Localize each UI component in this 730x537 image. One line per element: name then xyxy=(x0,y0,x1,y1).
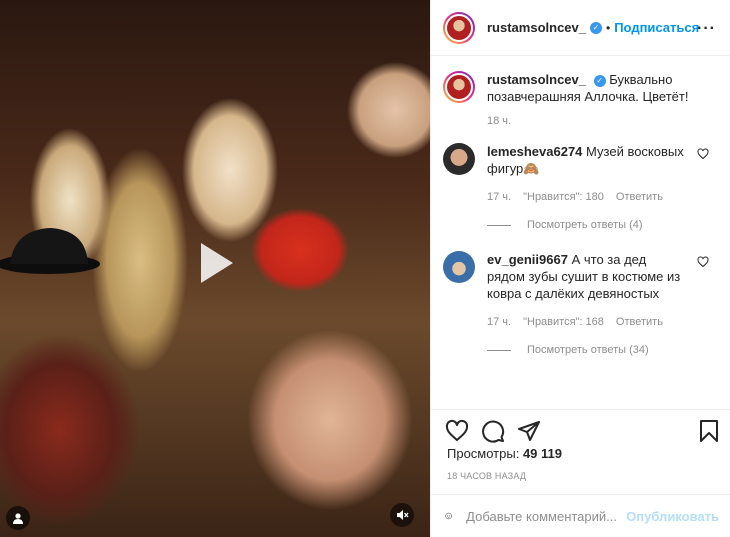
avatar[interactable] xyxy=(443,11,475,44)
comment-meta: 17 ч. "Нравится": 168 Ответить xyxy=(487,316,730,328)
verified-badge-icon: ✓ xyxy=(593,74,606,87)
like-comment-heart-icon[interactable] xyxy=(697,256,709,268)
speaker-muted-icon xyxy=(397,510,409,520)
play-icon xyxy=(201,243,233,283)
comment-likes[interactable]: "Нравится": 168 xyxy=(523,316,604,328)
list-item: ev_genii9667 А что за дед рядом зубы суш… xyxy=(431,251,730,302)
view-replies-label: Посмотреть ответы (4) xyxy=(527,219,643,231)
views-value: 49 119 xyxy=(522,446,562,461)
views-label: Просмотры: xyxy=(447,446,520,461)
comment-username[interactable]: ev_genii9667 xyxy=(487,252,568,267)
comment-text-block: ev_genii9667 А что за дед рядом зубы суш… xyxy=(487,251,687,302)
views-count: Просмотры: 49 119 xyxy=(447,446,562,461)
comments-list[interactable]: rustamsolncev_ ✓ Буквально позавчерашняя… xyxy=(431,57,730,409)
reply-button[interactable]: Ответить xyxy=(616,191,663,203)
hat-shape xyxy=(0,228,100,274)
follow-button[interactable]: Подписаться xyxy=(614,20,699,35)
comment-username[interactable]: lemesheva6274 xyxy=(487,144,582,159)
caption-time: 18 ч. xyxy=(487,115,512,127)
bookmark-icon[interactable] xyxy=(699,419,719,443)
avatar[interactable] xyxy=(443,251,475,283)
play-button[interactable] xyxy=(185,235,241,291)
comment-time: 17 ч. xyxy=(487,316,512,328)
add-comment-bar: Опубликовать xyxy=(431,494,730,537)
header-username[interactable]: rustamsolncev_ xyxy=(487,20,586,35)
comment-input[interactable] xyxy=(466,508,627,524)
comment-text-block: lemesheva6274 Музей восковых фигур🙈 xyxy=(487,143,687,177)
action-bar xyxy=(431,409,730,447)
emoji-smile-icon[interactable] xyxy=(445,504,452,528)
divider xyxy=(487,224,511,226)
separator-dot: • xyxy=(606,20,611,35)
reply-button[interactable]: Ответить xyxy=(616,316,663,328)
comment-likes[interactable]: "Нравится": 180 xyxy=(523,191,604,203)
comment-bubble-icon[interactable] xyxy=(481,419,505,443)
caption-text-block: rustamsolncev_ ✓ Буквально позавчерашняя… xyxy=(487,71,697,105)
caption-avatar[interactable] xyxy=(443,71,475,103)
like-heart-icon[interactable] xyxy=(445,419,469,443)
divider xyxy=(487,349,511,351)
mute-button[interactable] xyxy=(390,503,414,527)
view-replies-button[interactable]: Посмотреть ответы (34) xyxy=(487,344,730,356)
instagram-post: rustamsolncev_ ✓ • Подписаться ··· rusta… xyxy=(0,0,730,537)
posted-timestamp: 18 ЧАСОВ НАЗАД xyxy=(447,471,527,481)
video-player[interactable] xyxy=(0,0,430,537)
like-comment-heart-icon[interactable] xyxy=(697,148,709,160)
share-paper-plane-icon[interactable] xyxy=(517,419,541,443)
list-item: lemesheva6274 Музей восковых фигур🙈 xyxy=(431,143,730,177)
caption: rustamsolncev_ ✓ Буквально позавчерашняя… xyxy=(431,57,730,105)
comment-meta: 17 ч. "Нравится": 180 Ответить xyxy=(487,191,730,203)
post-header: rustamsolncev_ ✓ • Подписаться ··· xyxy=(431,0,730,56)
ellipsis-icon[interactable]: ··· xyxy=(697,20,716,38)
verified-badge-icon: ✓ xyxy=(590,21,602,34)
view-replies-label: Посмотреть ответы (34) xyxy=(527,344,649,356)
caption-username[interactable]: rustamsolncev_ xyxy=(487,72,586,87)
user-icon xyxy=(13,513,23,524)
comment-time: 17 ч. xyxy=(487,191,512,203)
tagged-user-button[interactable] xyxy=(6,506,30,530)
publish-button[interactable]: Опубликовать xyxy=(626,509,719,524)
avatar[interactable] xyxy=(443,143,475,175)
view-replies-button[interactable]: Посмотреть ответы (4) xyxy=(487,219,730,231)
post-sidebar: rustamsolncev_ ✓ • Подписаться ··· rusta… xyxy=(430,0,730,537)
